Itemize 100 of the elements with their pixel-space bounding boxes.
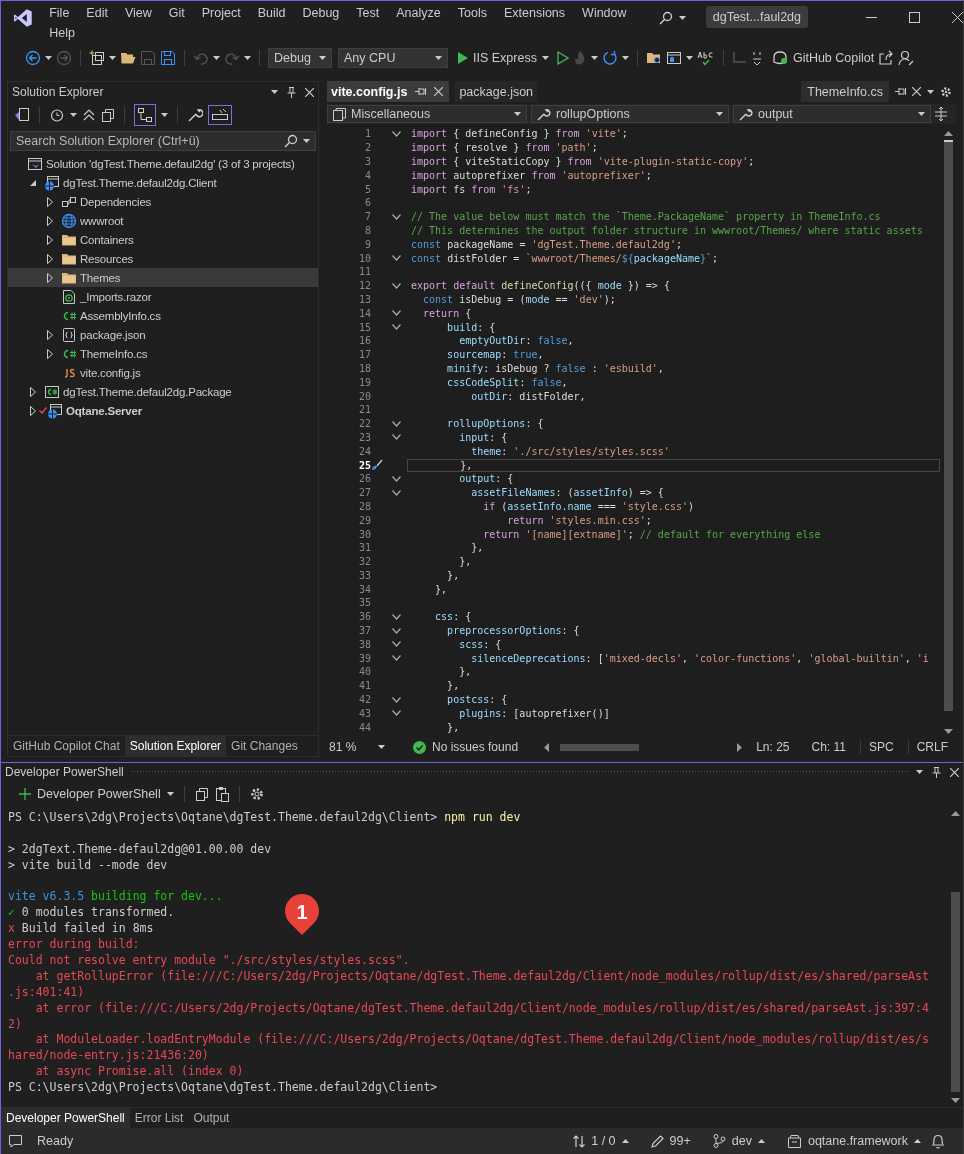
editor-tab[interactable]: ThemeInfo.cs <box>801 81 889 102</box>
code-line: }, <box>434 583 448 595</box>
code-line: const isDebug = (mode == 'dev'); <box>422 293 616 305</box>
sync-changes-button[interactable]: 1 / 0 <box>573 1134 629 1148</box>
menu-item[interactable]: Git <box>160 3 194 23</box>
code-line: return 'styles.min.css'; <box>506 514 652 526</box>
tree-item[interactable]: _Imports.razor <box>8 287 318 306</box>
line-endings-indicator[interactable]: CRLF <box>907 740 956 754</box>
line-number: 29 <box>357 514 371 526</box>
navigation-dropdown[interactable]: Miscellaneous <box>327 105 527 123</box>
tree-item-label: dgTest.Theme.defaul2dg.Package <box>63 385 232 398</box>
menu-item[interactable]: Window <box>573 3 636 23</box>
status-text: Ready <box>37 1134 74 1148</box>
code-line: }, <box>458 556 472 568</box>
menu-item[interactable]: Build <box>249 3 294 23</box>
line-number: 14 <box>357 307 371 319</box>
navigation-dropdown[interactable]: rollupOptions <box>531 105 729 123</box>
tree-item[interactable]: Resources <box>8 249 318 268</box>
menu-item[interactable]: File <box>40 3 78 23</box>
menu-item[interactable]: Debug <box>293 3 348 23</box>
line-number: 3 <box>363 156 371 167</box>
code-line: if (assetInfo.name === 'style.css') <box>482 500 694 512</box>
search-field[interactable]: Search Solution Explorer (Ctrl+ü) <box>10 131 316 151</box>
line-number: 13 <box>357 293 371 305</box>
line-number: 36 <box>357 611 371 623</box>
pending-edits-button[interactable]: 99+ <box>650 1134 691 1148</box>
line-indicator[interactable]: Ln: 25 <box>748 740 798 754</box>
tree-item[interactable]: dgTest.Theme.defaul2dg.Client <box>8 173 318 192</box>
navigation-dropdown[interactable]: output <box>733 105 931 123</box>
branch-button[interactable]: dev <box>712 1134 765 1148</box>
solution-name-button[interactable]: dgTest...faul2dg <box>705 6 808 28</box>
configuration-dropdown[interactable]: Debug <box>268 48 332 68</box>
code-line: }, <box>446 680 460 692</box>
tree-item[interactable]: Solution 'dgTest.Theme.defaul2dg' (3 of 3 projects) <box>8 154 318 173</box>
panel-tab[interactable]: GitHub Copilot Chat <box>8 736 125 756</box>
terminal-line: .js:401:41) <box>8 984 85 1001</box>
tree-item[interactable]: dgTest.Theme.defaul2dg.Package <box>8 382 318 401</box>
code-line: css: { <box>434 611 472 623</box>
terminal-line: at ModuleLoader.loadEntryModule (file:///C:/Users/2dg/Projects/Oqtane/dgTest.Theme.defaul2dg/Client/node_modules/rollup/dist/es/s <box>34 1032 929 1049</box>
menu-item[interactable]: Analyze <box>387 3 450 23</box>
tree-item[interactable]: Oqtane.Server <box>8 401 318 420</box>
platform-dropdown[interactable]: Any CPU <box>338 48 448 68</box>
menu-item[interactable]: Help <box>40 23 84 43</box>
health-status[interactable]: No issues found <box>432 740 519 754</box>
tree-item-label: Containers <box>80 233 134 246</box>
tree-item[interactable]: wwwroot <box>8 211 318 230</box>
code-line: input: { <box>458 431 508 443</box>
terminal-line: PS C:\Users\2dg\Projects\Oqtane\dgTest.Theme.defaul2dg\Client> npm run dev <box>8 810 521 826</box>
tree-item[interactable]: AssemblyInfo.cs <box>8 306 318 325</box>
line-number: 39 <box>357 652 371 664</box>
column-indicator[interactable]: Ch: 11 <box>803 740 854 754</box>
terminal-line: > 2dgText.Theme-defaul2dg@01.00.00 dev <box>8 841 272 858</box>
shell-dropdown[interactable]: Developer PowerShell <box>37 787 174 801</box>
code-line: silenceDeprecations: ['mixed-decls', 'color-functions', 'global-builtin', 'i <box>470 652 929 664</box>
code-line: rollupOptions: { <box>446 418 544 430</box>
tree-item[interactable]: Themes <box>8 268 318 287</box>
line-number: 40 <box>357 666 371 678</box>
tree-item[interactable]: vite.config.js <box>8 363 318 382</box>
editor-tab[interactable]: package.json <box>455 81 538 102</box>
run-button[interactable]: IIS Express <box>452 51 553 65</box>
code-line: }, <box>446 569 460 581</box>
menu-item[interactable]: Tools <box>449 3 496 23</box>
terminal-line: ✓ 0 modules transformed. <box>8 905 175 922</box>
menu-item[interactable]: Edit <box>77 3 117 23</box>
code-line: import fs from 'fs'; <box>411 183 532 195</box>
menu-item[interactable]: Project <box>193 3 250 23</box>
callout-pin: 1 <box>284 895 320 945</box>
repository-button[interactable]: oqtane.framework <box>786 1134 921 1148</box>
copilot-button[interactable]: GitHub Copilot <box>771 51 875 65</box>
tree-item[interactable]: Dependencies <box>8 192 318 211</box>
menu-item[interactable]: Extensions <box>495 3 574 23</box>
line-number: 42 <box>357 694 371 706</box>
menu-item[interactable]: Test <box>347 3 388 23</box>
editor-tab[interactable]: vite.config.js <box>327 81 450 102</box>
panel-tab[interactable]: Error List <box>129 1108 189 1128</box>
panel-tab[interactable]: Developer PowerShell <box>1 1108 130 1128</box>
tree-item[interactable]: package.json <box>8 325 318 344</box>
line-number: 32 <box>357 556 371 568</box>
indentation-indicator[interactable]: SPC <box>859 740 902 754</box>
line-number: 12 <box>357 280 371 292</box>
line-number: 6 <box>363 197 371 209</box>
panel-title: Solution Explorer <box>12 85 104 99</box>
tree-item[interactable]: Containers <box>8 230 318 249</box>
panel-tab[interactable]: Solution Explorer <box>124 736 227 756</box>
line-number: 33 <box>357 569 371 581</box>
code-line: cssCodeSplit: false, <box>446 376 568 388</box>
code-line: import { defineConfig } from 'vite'; <box>411 128 628 140</box>
tree-item[interactable]: ThemeInfo.cs <box>8 344 318 363</box>
zoom-dropdown[interactable]: 81 % <box>327 740 387 754</box>
panel-tab[interactable]: Output <box>188 1108 235 1128</box>
line-number: 15 <box>357 321 371 333</box>
tree-item-label: ThemeInfo.cs <box>80 347 148 360</box>
line-number: 17 <box>357 349 371 361</box>
line-number: 44 <box>357 721 371 733</box>
terminal-line: at async Promise.all (index 0) <box>34 1064 244 1081</box>
line-number: 38 <box>357 638 371 650</box>
line-number: 30 <box>357 528 371 540</box>
menu-item[interactable]: View <box>116 3 161 23</box>
panel-tab[interactable]: Git Changes <box>226 736 303 756</box>
code-line: import autoprefixer from 'autoprefixer'; <box>411 169 652 181</box>
